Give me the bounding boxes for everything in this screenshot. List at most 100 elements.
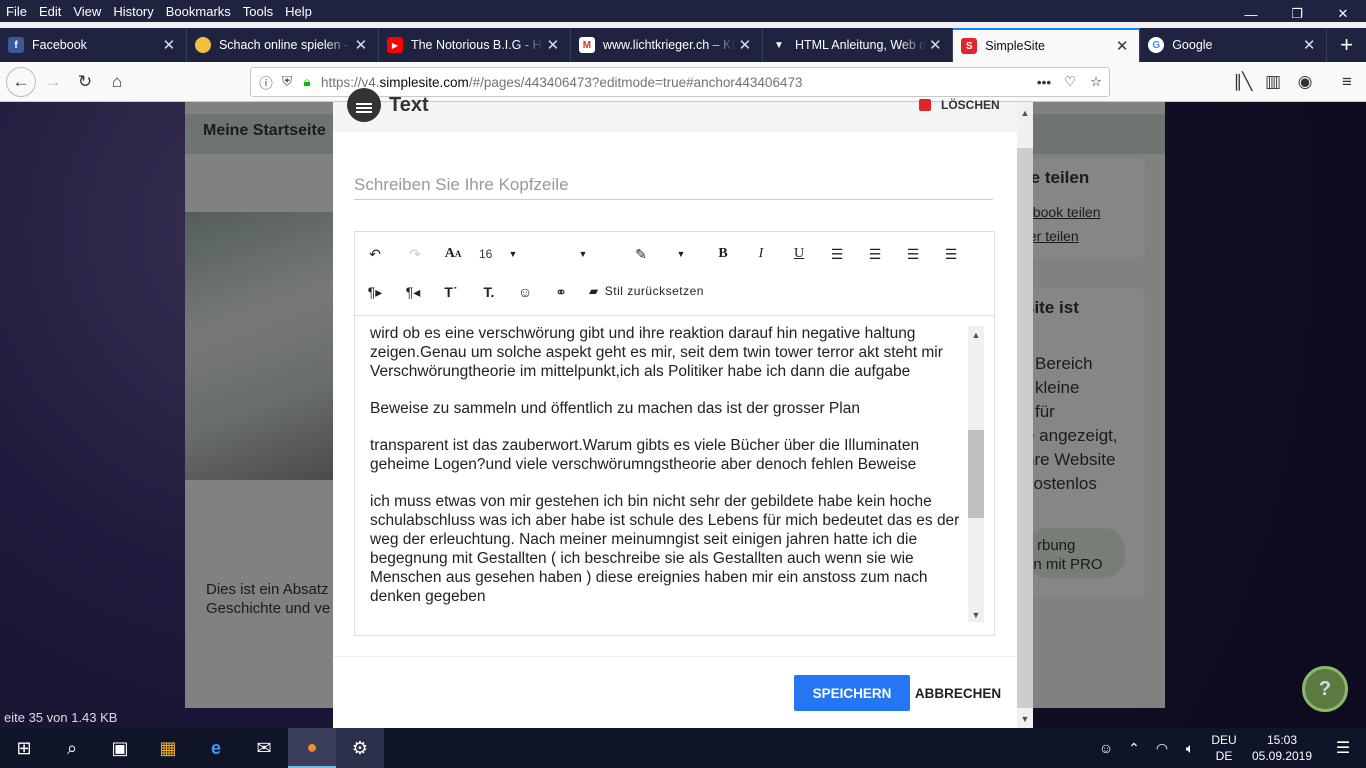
dialog-title: Text xyxy=(389,94,429,116)
subscript-icon[interactable]: T. xyxy=(477,280,501,304)
underline-icon[interactable]: U xyxy=(787,242,811,266)
library-icon[interactable]: ∥╲ xyxy=(1228,67,1258,97)
restore-icon[interactable]: ❐ xyxy=(1274,0,1320,28)
editor-toolbar: ↶ ↷ AA 16 ▼ ▼ ✎ ▼ B I U ☰ ☰ ☰ ☰ ¶▸ ¶◂ T˙… xyxy=(355,232,994,316)
url-bar[interactable]: ⓘ ⛨ 🔒︎ https://v4.simplesite.com/#/pages… xyxy=(250,67,1110,97)
scroll-down-icon[interactable]: ▼ xyxy=(1017,712,1033,726)
tab-simplesite[interactable]: S SimpleSite ✕ xyxy=(953,28,1141,62)
bold-icon[interactable]: B xyxy=(711,242,735,266)
menu-help[interactable]: Help xyxy=(279,4,318,19)
close-tab-icon[interactable]: ✕ xyxy=(160,36,178,54)
hamburger-menu-icon[interactable]: ≡ xyxy=(1332,67,1362,97)
close-tab-icon[interactable]: ✕ xyxy=(352,36,370,54)
close-tab-icon[interactable]: ✕ xyxy=(544,36,562,54)
pocket-icon[interactable]: ♡ xyxy=(1057,74,1083,90)
scrollbar-thumb[interactable] xyxy=(968,430,984,518)
menu-tools[interactable]: Tools xyxy=(237,4,279,19)
superscript-icon[interactable]: T˙ xyxy=(439,280,463,304)
task-view-icon[interactable]: ▣ xyxy=(96,728,144,768)
tab-youtube[interactable]: ▶ The Notorious B.I.G - Hy ✕ xyxy=(379,28,571,62)
close-tab-icon[interactable]: ✕ xyxy=(736,36,754,54)
editor-content[interactable]: wird ob es eine verschwörung gibt und ih… xyxy=(355,316,967,635)
google-icon: G xyxy=(1148,37,1165,53)
windows-start-icon[interactable]: ⊞ xyxy=(0,728,48,768)
tab-google[interactable]: G Google ✕ xyxy=(1140,28,1328,62)
italic-icon[interactable]: I xyxy=(749,242,773,266)
undo-icon[interactable]: ↶ xyxy=(363,242,387,266)
scroll-down-icon[interactable]: ▼ xyxy=(968,608,984,622)
align-left-icon[interactable]: ☰ xyxy=(825,242,849,266)
extension-icon[interactable]: ◉ xyxy=(1290,67,1320,97)
page-actions-icon[interactable]: ••• xyxy=(1031,75,1057,90)
heading-input[interactable] xyxy=(354,170,993,200)
font-size-value[interactable]: 16 xyxy=(479,247,492,261)
redo-icon[interactable]: ↷ xyxy=(403,242,427,266)
help-button[interactable]: ? xyxy=(1302,666,1348,712)
menu-file[interactable]: File xyxy=(0,4,33,19)
delete-button[interactable]: LÖSCHEN xyxy=(919,98,1000,112)
close-tab-icon[interactable]: ✕ xyxy=(926,36,944,54)
chevron-up-icon[interactable]: ⌃ xyxy=(1120,740,1148,757)
tab-gmail[interactable]: M www.lichtkrieger.ch – KC ✕ xyxy=(571,28,763,62)
link-icon[interactable]: ⚭ xyxy=(549,280,573,304)
bookmark-star-icon[interactable]: ☆ xyxy=(1083,74,1109,90)
menu-bookmarks[interactable]: Bookmarks xyxy=(160,4,237,19)
mail-icon[interactable]: ✉ xyxy=(240,728,288,768)
font-family-dropdown-icon[interactable]: ▼ xyxy=(571,242,595,266)
align-center-icon[interactable]: ☰ xyxy=(863,242,887,266)
close-tab-icon[interactable]: ✕ xyxy=(1113,37,1131,55)
search-icon[interactable]: ⌕ xyxy=(48,728,96,768)
tracking-shield-icon[interactable]: ⛨ xyxy=(277,74,297,90)
emoji-icon[interactable]: ☺ xyxy=(513,280,537,304)
tab-facebook[interactable]: f Facebook ✕ xyxy=(0,28,187,62)
menu-edit[interactable]: Edit xyxy=(33,4,67,19)
paragraph-rtl-icon[interactable]: ¶◂ xyxy=(401,280,425,304)
forward-button[interactable]: → xyxy=(38,67,68,97)
font-size-dropdown-icon[interactable]: ▼ xyxy=(501,242,525,266)
tab-chess[interactable]: Schach online spielen - c ✕ xyxy=(187,28,379,62)
firefox-icon[interactable]: ● xyxy=(288,728,336,768)
align-right-icon[interactable]: ☰ xyxy=(901,242,925,266)
font-size-icon[interactable]: AA xyxy=(441,242,465,266)
new-tab-button[interactable]: + xyxy=(1327,28,1366,62)
editor-scrollbar[interactable]: ▲ ▼ xyxy=(968,326,984,622)
cancel-button[interactable]: ABBRECHEN xyxy=(915,675,1001,711)
scroll-up-icon[interactable]: ▲ xyxy=(968,328,984,342)
url-domain: simplesite.com xyxy=(379,74,469,90)
align-justify-icon[interactable]: ☰ xyxy=(939,242,963,266)
back-button[interactable]: ← xyxy=(6,67,36,97)
windows-taskbar: ⊞ ⌕ ▣ ▦ e ✉ ● ⚙ ☺ ⌃ ◠ 🔈︎ DEU DE 15:03 05… xyxy=(0,728,1366,768)
tab-strip: f Facebook ✕ Schach online spielen - c ✕… xyxy=(0,28,1366,62)
store-icon[interactable]: ▦ xyxy=(144,728,192,768)
status-text: eite 35 von 1.43 KB xyxy=(4,710,118,725)
minimize-icon[interactable]: — xyxy=(1228,0,1274,28)
youtube-icon: ▶ xyxy=(386,37,403,53)
reset-style-button[interactable]: ▰ Stil zurücksetzen xyxy=(589,284,704,298)
clock-date: 05.09.2019 xyxy=(1251,749,1313,763)
reload-button[interactable]: ↻ xyxy=(70,67,100,97)
home-button[interactable]: ⌂ xyxy=(102,67,132,97)
wifi-icon[interactable]: ◠ xyxy=(1148,740,1176,757)
edge-icon[interactable]: e xyxy=(192,728,240,768)
save-button[interactable]: SPEICHERN xyxy=(794,675,910,711)
scrollbar-thumb[interactable] xyxy=(1017,148,1033,708)
tab-html[interactable]: ▼ HTML Anleitung, Web d ✕ xyxy=(763,28,954,62)
people-icon[interactable]: ☺ xyxy=(1092,740,1120,756)
sidebar-icon[interactable]: ▥ xyxy=(1258,67,1288,97)
close-window-icon[interactable]: ✕ xyxy=(1320,0,1366,28)
info-icon[interactable]: ⓘ xyxy=(255,72,277,92)
steam-icon[interactable]: ⚙ xyxy=(336,728,384,768)
clock[interactable]: 15:03 05.09.2019 xyxy=(1244,732,1320,764)
menu-history[interactable]: History xyxy=(107,4,159,19)
language-indicator[interactable]: DEU DE xyxy=(1204,732,1244,764)
text-color-icon[interactable]: ✎ xyxy=(629,242,653,266)
lock-icon: 🔒︎ xyxy=(303,74,311,89)
dialog-scrollbar[interactable]: ▲ ▼ xyxy=(1017,102,1033,728)
notifications-icon[interactable]: ☰ xyxy=(1320,738,1366,758)
color-dropdown-icon[interactable]: ▼ xyxy=(669,242,693,266)
paragraph-ltr-icon[interactable]: ¶▸ xyxy=(363,280,387,304)
volume-icon[interactable]: 🔈︎ xyxy=(1176,740,1204,757)
menu-view[interactable]: View xyxy=(67,4,107,19)
scroll-up-icon[interactable]: ▲ xyxy=(1017,106,1033,120)
close-tab-icon[interactable]: ✕ xyxy=(1300,36,1318,54)
